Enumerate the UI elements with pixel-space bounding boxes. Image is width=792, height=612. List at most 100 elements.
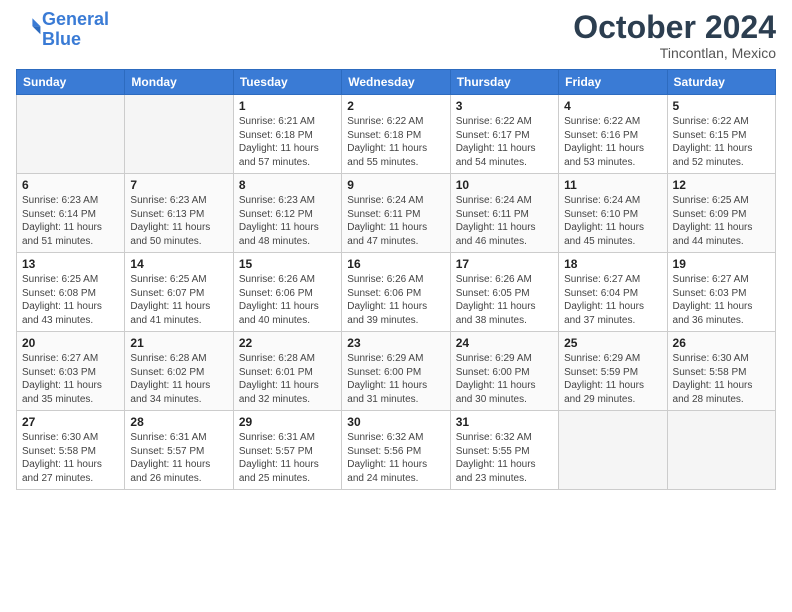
calendar-cell: 19Sunrise: 6:27 AM Sunset: 6:03 PM Dayli… — [667, 253, 775, 332]
day-info: Sunrise: 6:23 AM Sunset: 6:14 PM Dayligh… — [22, 194, 119, 248]
calendar-cell: 22 Sunrise: 6:28 AM Sunset: 6:01 PM Dayli… — [233, 332, 341, 411]
day-number: 27 — [22, 415, 119, 429]
calendar-cell: 11Sunrise: 6:24 AM Sunset: 6:10 PM Dayli… — [559, 174, 667, 253]
day-info: Sunrise: 6:23 AM Sunset: 6:13 PM Dayligh… — [130, 194, 227, 248]
calendar-cell: 23 Sunrise: 6:29 AM Sunset: 6:00 PM Dayli… — [342, 332, 450, 411]
day-number: 26 — [673, 336, 770, 350]
calendar-cell: 29 Sunrise: 6:31 AM Sunset: 5:57 PM Dayli… — [233, 411, 341, 490]
calendar-header-row: SundayMondayTuesdayWednesdayThursdayFrid… — [17, 70, 776, 95]
day-number: 2 — [347, 99, 444, 113]
day-info: Sunrise: 6:22 AM Sunset: 6:15 PM Dayligh… — [673, 115, 770, 169]
logo-icon — [18, 15, 42, 39]
calendar-cell: 30 Sunrise: 6:32 AM Sunset: 5:56 PM Dayli… — [342, 411, 450, 490]
calendar-cell: 5 Sunrise: 6:22 AM Sunset: 6:15 PM Daylig… — [667, 95, 775, 174]
day-info: Sunrise: 6:27 AM Sunset: 6:03 PM Dayligh… — [22, 352, 119, 406]
calendar-cell: 4 Sunrise: 6:22 AM Sunset: 6:16 PM Daylig… — [559, 95, 667, 174]
weekday-header-sunday: Sunday — [17, 70, 125, 95]
calendar-cell: 24 Sunrise: 6:29 AM Sunset: 6:00 PM Dayli… — [450, 332, 558, 411]
calendar-week-row: 13 Sunrise: 6:25 AM Sunset: 6:08 PM Dayli… — [17, 253, 776, 332]
logo-blue: Blue — [42, 29, 81, 49]
calendar-week-row: 20 Sunrise: 6:27 AM Sunset: 6:03 PM Dayli… — [17, 332, 776, 411]
day-number: 30 — [347, 415, 444, 429]
day-number: 24 — [456, 336, 553, 350]
day-number: 8 — [239, 178, 336, 192]
day-info: Sunrise: 6:25 AM Sunset: 6:08 PM Dayligh… — [22, 273, 119, 327]
day-info: Sunrise: 6:21 AM Sunset: 6:18 PM Dayligh… — [239, 115, 336, 169]
day-number: 14 — [130, 257, 227, 271]
calendar-cell: 8Sunrise: 6:23 AM Sunset: 6:12 PM Daylig… — [233, 174, 341, 253]
calendar-cell: 26 Sunrise: 6:30 AM Sunset: 5:58 PM Dayli… — [667, 332, 775, 411]
day-info: Sunrise: 6:32 AM Sunset: 5:56 PM Dayligh… — [347, 431, 444, 485]
calendar-cell: 21 Sunrise: 6:28 AM Sunset: 6:02 PM Dayli… — [125, 332, 233, 411]
day-number: 19 — [673, 257, 770, 271]
day-number: 6 — [22, 178, 119, 192]
day-number: 18 — [564, 257, 661, 271]
day-number: 9 — [347, 178, 444, 192]
day-number: 10 — [456, 178, 553, 192]
day-info: Sunrise: 6:30 AM Sunset: 5:58 PM Dayligh… — [673, 352, 770, 406]
day-info: Sunrise: 6:27 AM Sunset: 6:04 PM Dayligh… — [564, 273, 661, 327]
calendar-cell: 31Sunrise: 6:32 AM Sunset: 5:55 PM Dayli… — [450, 411, 558, 490]
calendar-cell: 12Sunrise: 6:25 AM Sunset: 6:09 PM Dayli… — [667, 174, 775, 253]
day-number: 13 — [22, 257, 119, 271]
day-number: 28 — [130, 415, 227, 429]
day-info: Sunrise: 6:30 AM Sunset: 5:58 PM Dayligh… — [22, 431, 119, 485]
day-info: Sunrise: 6:26 AM Sunset: 6:06 PM Dayligh… — [347, 273, 444, 327]
calendar-cell: 9 Sunrise: 6:24 AM Sunset: 6:11 PM Daylig… — [342, 174, 450, 253]
calendar-cell: 13 Sunrise: 6:25 AM Sunset: 6:08 PM Dayli… — [17, 253, 125, 332]
day-info: Sunrise: 6:22 AM Sunset: 6:17 PM Dayligh… — [456, 115, 553, 169]
calendar-cell: 15 Sunrise: 6:26 AM Sunset: 6:06 PM Dayli… — [233, 253, 341, 332]
day-info: Sunrise: 6:28 AM Sunset: 6:01 PM Dayligh… — [239, 352, 336, 406]
day-number: 7 — [130, 178, 227, 192]
day-info: Sunrise: 6:29 AM Sunset: 6:00 PM Dayligh… — [347, 352, 444, 406]
calendar-week-row: 6 Sunrise: 6:23 AM Sunset: 6:14 PM Daylig… — [17, 174, 776, 253]
day-info: Sunrise: 6:29 AM Sunset: 5:59 PM Dayligh… — [564, 352, 661, 406]
day-number: 22 — [239, 336, 336, 350]
day-info: Sunrise: 6:24 AM Sunset: 6:11 PM Dayligh… — [347, 194, 444, 248]
calendar-cell: 18 Sunrise: 6:27 AM Sunset: 6:04 PM Dayli… — [559, 253, 667, 332]
logo-text: General Blue — [42, 10, 109, 50]
weekday-header-friday: Friday — [559, 70, 667, 95]
calendar-cell — [559, 411, 667, 490]
day-number: 21 — [130, 336, 227, 350]
day-number: 4 — [564, 99, 661, 113]
day-number: 29 — [239, 415, 336, 429]
calendar-cell — [125, 95, 233, 174]
day-number: 11 — [564, 178, 661, 192]
day-number: 20 — [22, 336, 119, 350]
calendar-cell: 3 Sunrise: 6:22 AM Sunset: 6:17 PM Daylig… — [450, 95, 558, 174]
calendar-table: SundayMondayTuesdayWednesdayThursdayFrid… — [16, 69, 776, 490]
calendar-cell: 14 Sunrise: 6:25 AM Sunset: 6:07 PM Dayli… — [125, 253, 233, 332]
day-number: 16 — [347, 257, 444, 271]
calendar-week-row: 1 Sunrise: 6:21 AM Sunset: 6:18 PM Daylig… — [17, 95, 776, 174]
day-info: Sunrise: 6:28 AM Sunset: 6:02 PM Dayligh… — [130, 352, 227, 406]
location: Tincontlan, Mexico — [573, 45, 776, 61]
day-number: 17 — [456, 257, 553, 271]
day-info: Sunrise: 6:29 AM Sunset: 6:00 PM Dayligh… — [456, 352, 553, 406]
day-number: 23 — [347, 336, 444, 350]
weekday-header-saturday: Saturday — [667, 70, 775, 95]
day-number: 15 — [239, 257, 336, 271]
day-info: Sunrise: 6:26 AM Sunset: 6:06 PM Dayligh… — [239, 273, 336, 327]
day-number: 12 — [673, 178, 770, 192]
day-number: 3 — [456, 99, 553, 113]
day-info: Sunrise: 6:22 AM Sunset: 6:18 PM Dayligh… — [347, 115, 444, 169]
logo-general: General — [42, 9, 109, 29]
calendar-cell: 1 Sunrise: 6:21 AM Sunset: 6:18 PM Daylig… — [233, 95, 341, 174]
day-info: Sunrise: 6:22 AM Sunset: 6:16 PM Dayligh… — [564, 115, 661, 169]
calendar-cell: 28Sunrise: 6:31 AM Sunset: 5:57 PM Dayli… — [125, 411, 233, 490]
day-number: 1 — [239, 99, 336, 113]
day-info: Sunrise: 6:25 AM Sunset: 6:07 PM Dayligh… — [130, 273, 227, 327]
weekday-header-tuesday: Tuesday — [233, 70, 341, 95]
calendar-cell: 10 Sunrise: 6:24 AM Sunset: 6:11 PM Dayli… — [450, 174, 558, 253]
day-info: Sunrise: 6:24 AM Sunset: 6:11 PM Dayligh… — [456, 194, 553, 248]
calendar-cell: 6 Sunrise: 6:23 AM Sunset: 6:14 PM Daylig… — [17, 174, 125, 253]
day-number: 5 — [673, 99, 770, 113]
day-number: 31 — [456, 415, 553, 429]
day-info: Sunrise: 6:31 AM Sunset: 5:57 PM Dayligh… — [239, 431, 336, 485]
calendar-cell: 27 Sunrise: 6:30 AM Sunset: 5:58 PM Dayli… — [17, 411, 125, 490]
weekday-header-thursday: Thursday — [450, 70, 558, 95]
calendar-cell — [17, 95, 125, 174]
calendar-cell: 16 Sunrise: 6:26 AM Sunset: 6:06 PM Dayli… — [342, 253, 450, 332]
calendar-cell: 2 Sunrise: 6:22 AM Sunset: 6:18 PM Daylig… — [342, 95, 450, 174]
